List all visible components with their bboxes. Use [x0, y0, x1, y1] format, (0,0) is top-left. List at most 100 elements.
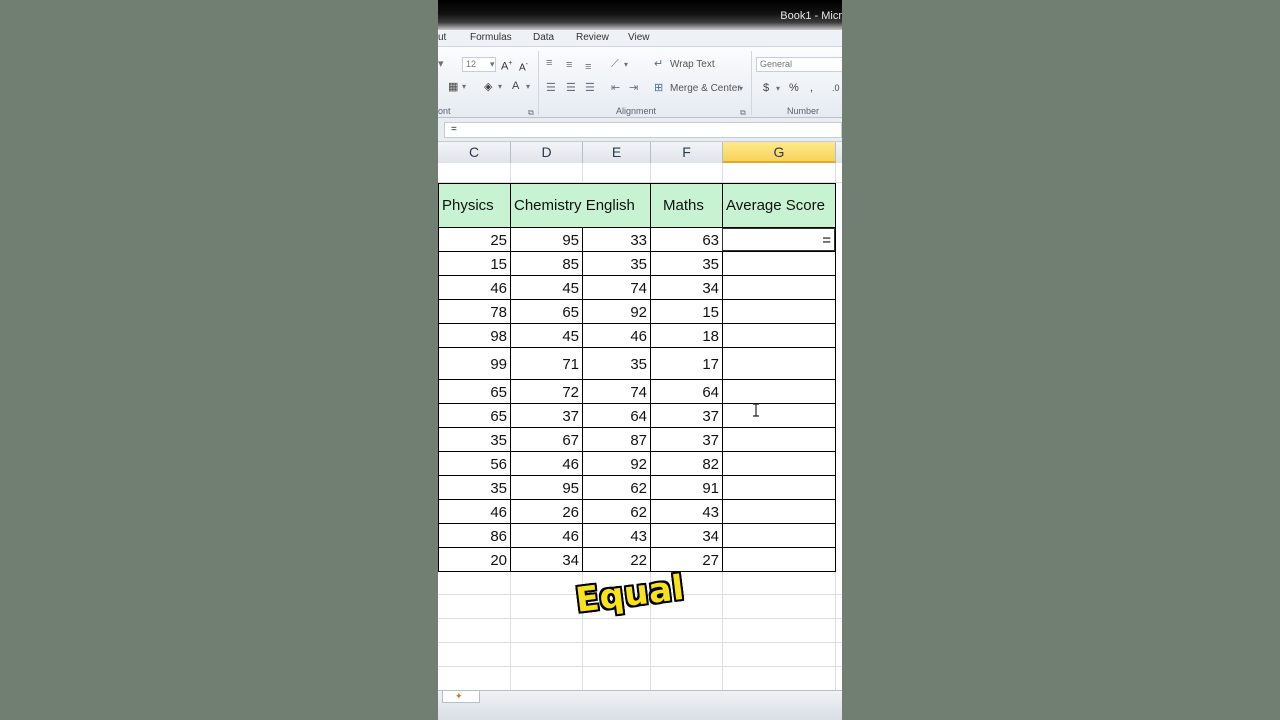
cell-physics[interactable]: 86	[438, 524, 511, 548]
cell-maths[interactable]: 17	[650, 348, 723, 380]
cell-english[interactable]: 46	[582, 324, 651, 348]
cell-physics[interactable]: 65	[438, 380, 511, 404]
cell-maths[interactable]: 34	[650, 524, 723, 548]
percent-icon[interactable]: %	[789, 82, 799, 94]
cell-chemistry[interactable]: 65	[510, 300, 583, 324]
borders-icon[interactable]: ▦	[448, 81, 458, 93]
font-color-icon[interactable]: A	[512, 80, 519, 92]
currency-dropdown-icon[interactable]: ▾	[776, 83, 780, 95]
orientation-dropdown-icon[interactable]: ▾	[624, 59, 628, 71]
cell-maths[interactable]: 15	[650, 300, 723, 324]
cell-average[interactable]	[722, 252, 836, 276]
fill-dropdown-icon[interactable]: ▾	[498, 81, 502, 93]
cell-chemistry[interactable]: 37	[510, 404, 583, 428]
cell-english[interactable]: 33	[582, 228, 651, 252]
cell-maths[interactable]: 18	[650, 324, 723, 348]
cell-average[interactable]	[722, 500, 836, 524]
borders-dropdown-icon[interactable]: ▾	[462, 81, 466, 93]
column-header-c[interactable]: C	[438, 142, 511, 163]
cell-maths[interactable]: 37	[650, 404, 723, 428]
cell-maths[interactable]: 37	[650, 428, 723, 452]
tab-layout[interactable]: ut	[438, 32, 446, 43]
cell-average[interactable]	[722, 428, 836, 452]
cell-maths[interactable]: 35	[650, 252, 723, 276]
cell-average[interactable]	[722, 380, 836, 404]
align-bottom-icon[interactable]: ≡	[585, 61, 591, 73]
cell-physics[interactable]: 46	[438, 276, 511, 300]
cell-physics[interactable]: 35	[438, 476, 511, 500]
cell-average[interactable]	[722, 404, 836, 428]
cell-average[interactable]	[722, 324, 836, 348]
merge-center-icon[interactable]: ⊞	[654, 82, 663, 94]
wrap-text-button[interactable]: Wrap Text	[670, 59, 715, 70]
decrease-indent-icon[interactable]: ⇤	[611, 82, 620, 94]
cell-physics[interactable]: 35	[438, 428, 511, 452]
cell-english[interactable]: 87	[582, 428, 651, 452]
active-cell[interactable]: =	[722, 228, 836, 252]
cell-english[interactable]: 62	[582, 476, 651, 500]
cell-chemistry[interactable]: 95	[510, 228, 583, 252]
cell-physics[interactable]: 15	[438, 252, 511, 276]
cell-english[interactable]: 22	[582, 548, 651, 572]
cell-chemistry[interactable]: 46	[510, 452, 583, 476]
cell-physics[interactable]: 56	[438, 452, 511, 476]
cell-physics[interactable]: 78	[438, 300, 511, 324]
number-format-box[interactable]: General	[756, 57, 842, 72]
insert-sheet-tab[interactable]: ✦	[442, 691, 480, 703]
align-top-icon[interactable]: ≡	[546, 57, 552, 69]
cell-english[interactable]: 62	[582, 500, 651, 524]
cell-average[interactable]	[722, 548, 836, 572]
align-left-icon[interactable]: ☰	[546, 82, 556, 94]
cell-physics[interactable]: 98	[438, 324, 511, 348]
merge-dropdown-icon[interactable]: ▾	[739, 83, 743, 95]
cell-average[interactable]	[722, 276, 836, 300]
cell-english[interactable]: 64	[582, 404, 651, 428]
header-chemistry-english[interactable]: Chemistry English	[510, 183, 651, 228]
spreadsheet-grid[interactable]: Physics Chemistry English Maths Average …	[438, 163, 842, 690]
orientation-icon[interactable]: ⟋	[611, 58, 619, 70]
cell-average[interactable]	[722, 348, 836, 380]
decrease-font-icon[interactable]: A-	[519, 59, 528, 74]
font-size-dropdown-icon[interactable]: ▾	[490, 58, 495, 70]
align-right-icon[interactable]: ☰	[585, 82, 595, 94]
header-average-score[interactable]: Average Score	[722, 183, 836, 228]
cell-physics[interactable]: 46	[438, 500, 511, 524]
column-header-f[interactable]: F	[651, 142, 723, 163]
formula-input[interactable]: =	[444, 122, 842, 138]
cell-english[interactable]: 92	[582, 452, 651, 476]
merge-center-button[interactable]: Merge & Center	[670, 83, 741, 94]
cell-chemistry[interactable]: 85	[510, 252, 583, 276]
cell-english[interactable]: 35	[582, 348, 651, 380]
cell-maths[interactable]: 27	[650, 548, 723, 572]
cell-average[interactable]	[722, 476, 836, 500]
wrap-text-icon[interactable]: ↵	[654, 58, 663, 70]
column-header-g[interactable]: G	[723, 142, 836, 163]
cell-chemistry[interactable]: 67	[510, 428, 583, 452]
fill-color-icon[interactable]: ◈	[484, 81, 492, 93]
cell-maths[interactable]: 63	[650, 228, 723, 252]
comma-icon[interactable]: ,	[810, 82, 813, 94]
cell-chemistry[interactable]: 71	[510, 348, 583, 380]
header-physics[interactable]: Physics	[438, 183, 511, 228]
align-center-icon[interactable]: ☰	[566, 82, 576, 94]
currency-icon[interactable]: $	[763, 82, 769, 94]
cell-chemistry[interactable]: 46	[510, 524, 583, 548]
font-name-dropdown-icon[interactable]: ▾	[438, 58, 444, 70]
cell-maths[interactable]: 34	[650, 276, 723, 300]
cell-maths[interactable]: 64	[650, 380, 723, 404]
cell-english[interactable]: 43	[582, 524, 651, 548]
tab-review[interactable]: Review	[576, 32, 609, 43]
cell-average[interactable]	[722, 452, 836, 476]
tab-data[interactable]: Data	[533, 32, 554, 43]
cell-physics[interactable]: 99	[438, 348, 511, 380]
align-middle-icon[interactable]: ≡	[566, 59, 572, 71]
column-header-h[interactable]	[836, 142, 842, 163]
tab-formulas[interactable]: Formulas	[470, 32, 512, 43]
cell-average[interactable]	[722, 300, 836, 324]
cell-chemistry[interactable]: 45	[510, 324, 583, 348]
cell-chemistry[interactable]: 95	[510, 476, 583, 500]
cell-chemistry[interactable]: 26	[510, 500, 583, 524]
cell-physics[interactable]: 65	[438, 404, 511, 428]
cell-chemistry[interactable]: 34	[510, 548, 583, 572]
header-maths[interactable]: Maths	[650, 183, 723, 228]
